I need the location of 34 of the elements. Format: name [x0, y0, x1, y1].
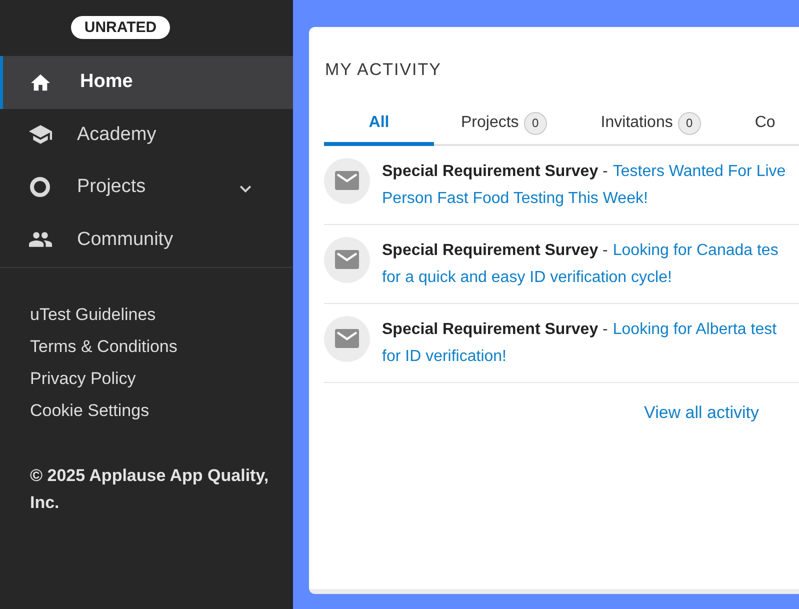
- tab[interactable]: Invitations 0: [574, 100, 728, 146]
- copyright-text: © 2025 Applause App Quality, Inc.: [30, 465, 270, 514]
- survey-link[interactable]: for ID verification!: [382, 348, 506, 365]
- envelope-icon: [324, 316, 370, 362]
- count-badge: 0: [524, 112, 547, 134]
- rating-badge: UNRATED: [71, 16, 170, 38]
- footer-link[interactable]: Privacy Policy: [30, 363, 136, 395]
- survey-link[interactable]: Looking for Canada tes: [612, 237, 778, 264]
- nav-item[interactable]: Academy: [0, 108, 293, 161]
- activity-title: Special Requirement Survey -: [382, 162, 608, 182]
- activity-title: Special Requirement Survey -: [382, 241, 608, 261]
- footer-link[interactable]: uTest Guidelines: [30, 299, 156, 331]
- home-icon: [30, 74, 50, 91]
- envelope-icon: [324, 158, 370, 204]
- nav-item[interactable]: Home: [0, 56, 293, 108]
- tab[interactable]: All: [324, 100, 434, 146]
- footer-link[interactable]: Cookie Settings: [30, 395, 150, 427]
- nav-item[interactable]: Community: [0, 214, 293, 266]
- activity-title: Special Requirement Survey -: [382, 320, 608, 340]
- envelope-icon: [324, 237, 370, 283]
- tab[interactable]: Projects 0: [434, 100, 574, 146]
- people-icon: [28, 232, 52, 248]
- section-title: MY ACTIVITY: [325, 60, 442, 80]
- view-all-link[interactable]: View all activity: [644, 402, 759, 424]
- footer-link[interactable]: Terms & Conditions: [30, 331, 178, 363]
- nav-item[interactable]: Projects: [0, 161, 293, 214]
- survey-link[interactable]: Testers Wanted For Live: [612, 158, 786, 185]
- tab[interactable]: Co: [728, 100, 799, 146]
- survey-link[interactable]: Person Fast Food Testing This Week!: [382, 190, 648, 207]
- ring-icon: [30, 177, 50, 198]
- graduation-cap-icon: [28, 125, 52, 144]
- survey-link[interactable]: Looking for Alberta test: [612, 316, 777, 343]
- count-badge: 0: [678, 112, 701, 134]
- survey-link[interactable]: for a quick and easy ID verification cycle!: [382, 269, 672, 286]
